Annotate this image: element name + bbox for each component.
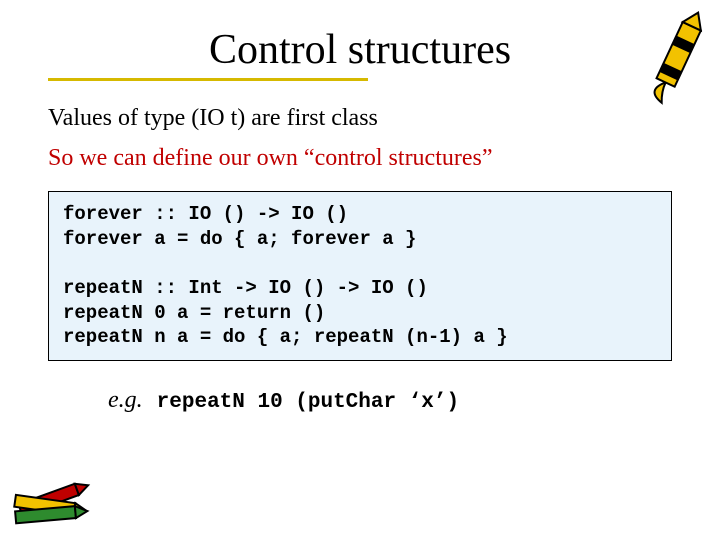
example-code: repeatN 10 (putChar ‘x’)	[157, 391, 459, 414]
body-line-1: Values of type (IO t) are first class	[48, 103, 672, 133]
example-prefix: e.g.	[108, 387, 143, 413]
slide-title: Control structures	[48, 26, 672, 74]
code-block: forever :: IO () -> IO () forever a = do…	[48, 191, 672, 361]
title-underline	[48, 78, 368, 81]
body-line-2: So we can define our own “control struct…	[48, 143, 672, 173]
crayons-cluster-icon	[8, 462, 98, 532]
slide: Control structures Values of type (IO t)…	[0, 0, 720, 540]
yellow-crayon-icon	[642, 8, 712, 108]
example-line: e.g. repeatN 10 (putChar ‘x’)	[108, 387, 672, 414]
